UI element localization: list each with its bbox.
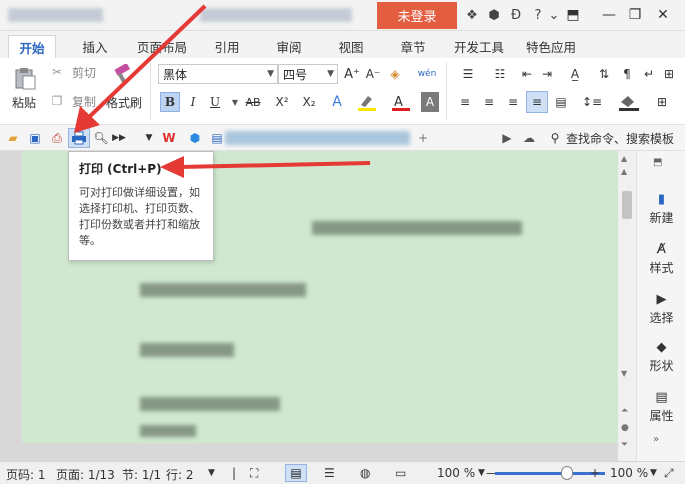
zoom-in-icon[interactable]: + <box>590 466 600 480</box>
full-screen-icon[interactable]: ⛶ <box>250 466 258 481</box>
page-count: 页面: 1/13 <box>56 468 115 482</box>
row-info: 行: 2 <box>166 468 194 482</box>
expand-icon[interactable]: ⤢ <box>664 466 674 481</box>
zoom-slider-knob[interactable] <box>561 466 573 480</box>
zoom-level-left[interactable]: 100 % <box>437 466 475 480</box>
chevron-down-icon[interactable]: ▼ <box>208 468 215 478</box>
web-view-icon[interactable]: ◍ <box>360 466 370 480</box>
reading-view-icon[interactable]: ▭ <box>395 466 406 480</box>
outline-view-icon[interactable]: ☰ <box>324 466 335 480</box>
page-number: 页码: 1 <box>6 468 46 482</box>
divider: | <box>232 466 237 480</box>
arrow-head-to-tooltip <box>160 156 184 178</box>
chevron-down-icon[interactable]: ▼ <box>478 468 485 478</box>
annotation-arrows <box>74 4 371 178</box>
arrow-line-to-print-icon <box>84 4 207 122</box>
zoom-slider[interactable] <box>495 472 605 475</box>
status-bar: 页码: 1 页面: 1/13 节: 1/1 行: 2 ▼ | ⛶ ▤ ☰ ◍ ▭… <box>0 461 685 484</box>
section-info: 节: 1/1 <box>122 468 162 482</box>
chevron-down-icon[interactable]: ▼ <box>650 468 657 478</box>
page-view-icon[interactable]: ▤ <box>285 464 307 482</box>
zoom-level-right[interactable]: 100 % <box>610 466 648 480</box>
arrow-line-to-tooltip <box>179 161 371 169</box>
